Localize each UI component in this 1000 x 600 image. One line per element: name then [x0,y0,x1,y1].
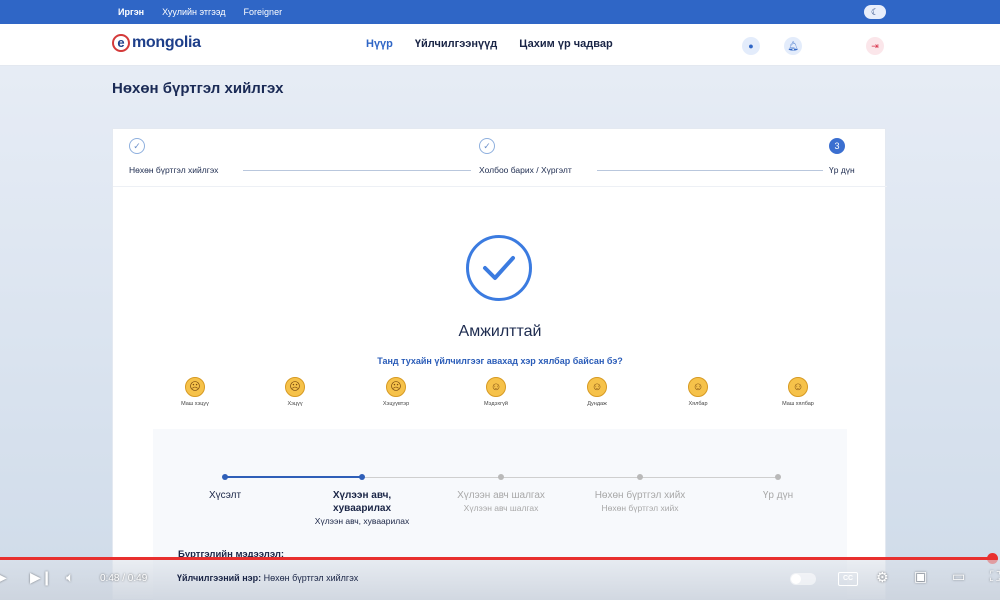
settings-gear-icon[interactable]: ⚙ [876,569,889,586]
service-name-label: Үйлчилгээний нэр: [177,573,262,583]
nav-services[interactable]: Үйлчилгээнүүд [415,38,497,50]
tracker-step-label: Хүлээн авч, хуваарилах [332,490,392,514]
miniplayer-icon[interactable]: ▣ [914,568,927,585]
service-name-row: Үйлчилгээний нэр: Нөхөн бүртгэл хийлгэх [177,573,358,583]
rating-label: Хялбар [688,401,708,407]
tracker-dot-1 [222,474,228,480]
frown-face-icon: ☹ [386,377,406,397]
topbar-link-foreigner[interactable]: Foreigner [244,7,283,17]
sad-face-icon: ☹ [285,377,305,397]
logo-word: mongolia [132,34,201,51]
tracker-line-active [225,476,362,478]
rating-option[interactable]: ☹ Маш хэцүү [170,377,220,407]
page-title: Нөхөн бүртгэл хийлгэх [112,80,284,97]
love-face-icon: ☺ [788,377,808,397]
rating-label: Мэдэхгүй [484,401,508,407]
rating-option[interactable]: ☹ Хэцүүвтэр [371,377,421,407]
top-stepper: ✓ Нөхөн бүртгэл хийлгэх ✓ Холбоо барих /… [113,129,887,187]
tracker-step-3: Хүлээн авч шалгах Хүлээн авч шалгах [446,489,556,515]
chat-icon[interactable]: ● [742,37,760,55]
rating-question: Танд тухайн үйлчилгээг авахад хэр хялбар… [377,356,623,366]
autoplay-toggle[interactable] [790,573,816,585]
rating-option[interactable]: ☹ Хэцүү [270,377,320,407]
rating-option[interactable]: ☺ Мэдэхгүй [471,377,521,407]
rating-label: Хэцүүвтэр [382,401,410,407]
step-1-label: Нөхөн бүртгэл хийлгэх [129,165,219,175]
moon-icon[interactable]: ☾ [864,5,886,19]
tracker-step-5: Үр дүн [723,489,833,502]
tracker-step-2: Хүлээн авч, хуваарилах Хүлээн авч, хуваа… [307,489,417,528]
topbar-link-citizen[interactable]: Иргэн [118,7,144,17]
tracker-step-1: Хүсэлт [170,489,280,502]
success-status: Амжилттай [458,323,542,340]
video-timecode: 0:48 / 0:49 [100,573,148,584]
tracker-step-label: Нөхөн бүртгэл хийх [594,490,686,501]
smile-face-icon: ☺ [688,377,708,397]
tracker-step-sub: Нөхөн бүртгэл хийх [601,503,679,513]
tracker-step-label: Хүсэлт [208,490,242,501]
main-nav: Нүүр Үйлчилгээнүүд Цахим үр чадвар [366,38,613,50]
tracker-step-sub: Хүлээн авч шалгах [463,503,539,513]
nav-home[interactable]: Нүүр [366,38,393,50]
video-controls: ▶ ▶❙ 🔈︎ 0:48 / 0:49 Үйлчилгээний нэр: Нө… [0,560,1000,600]
tracker-dot-5 [775,474,781,480]
rating-label: Маш хялбар [782,401,814,407]
logout-icon[interactable]: ⇥ [866,37,884,55]
rating-label: Хэцүү [287,401,303,407]
next-icon[interactable]: ▶❙ [30,569,53,586]
neutral-face-icon: ☺ [486,377,506,397]
step-2-label: Холбоо барих / Хүргэлт [479,165,572,175]
slight-smile-face-icon: ☺ [587,377,607,397]
theater-mode-icon[interactable]: ▭ [952,568,965,585]
result-card: ✓ Нөхөн бүртгэл хийлгэх ✓ Холбоо барих /… [112,128,887,600]
emongolia-logo[interactable]: e mongolia [112,34,201,52]
nav-digital-skills[interactable]: Цахим үр чадвар [519,38,612,50]
volume-icon[interactable]: 🔈︎ [66,569,74,586]
site-header: e mongolia Нүүр Үйлчилгээнүүд Цахим үр ч… [0,24,1000,66]
tracker-dot-3 [498,474,504,480]
rating-option[interactable]: ☺ Дундаж [572,377,622,407]
tracker-step-4: Нөхөн бүртгэл хийх Нөхөн бүртгэл хийх [585,489,695,515]
rating-option[interactable]: ☺ Хялбар [673,377,723,407]
very-sad-face-icon: ☹ [185,377,205,397]
tracker-step-label: Үр дүн [762,490,794,501]
tracker-line-inactive [362,477,778,478]
bell-icon[interactable]: 🔔︎ [784,37,802,55]
step-3-number: 3 [829,138,845,154]
rating-label: Маш хэцүү [181,401,209,407]
play-icon[interactable]: ▶ [0,569,7,586]
captions-button[interactable]: CC [838,572,858,586]
success-check-icon [466,235,532,301]
tracker-dot-2 [359,474,365,480]
tracker-dot-4 [637,474,643,480]
top-bar: Иргэн Хуулийн этгээд Foreigner ☾ [0,0,1000,24]
step-3-label: Үр дүн [829,165,855,175]
tracker-step-sub: Хүлээн авч, хуваарилах [314,516,410,526]
rating-option[interactable]: ☺ Маш хялбар [773,377,823,407]
tracker-step-label: Хүлээн авч шалгах [457,490,545,501]
step-2-check-icon: ✓ [479,138,495,154]
step-1-check-icon: ✓ [129,138,145,154]
step-connector [597,170,823,171]
fullscreen-icon[interactable]: ⛶ [990,568,1000,585]
service-name-value: Нөхөн бүртгэл хийлгэх [263,573,359,583]
rating-label: Дундаж [587,401,607,407]
step-connector [243,170,471,171]
logo-e: e [112,34,130,52]
topbar-link-legal-entity[interactable]: Хуулийн этгээд [162,7,225,17]
